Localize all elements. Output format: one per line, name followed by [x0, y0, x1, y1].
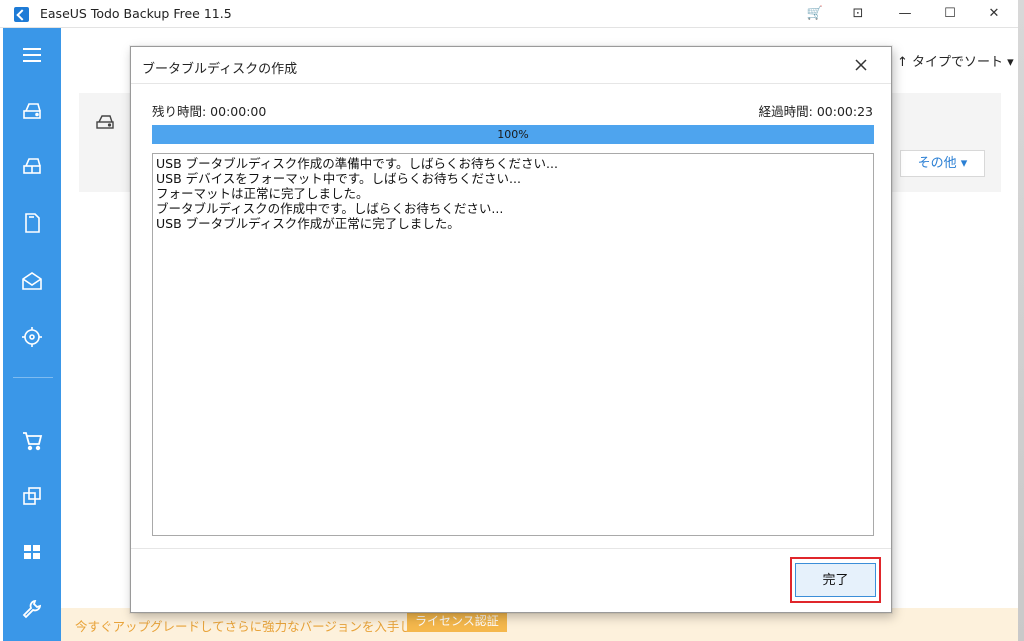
other-dropdown-button[interactable]: その他 ▾ [900, 150, 985, 177]
elapsed-time: 経過時間: 00:00:23 [758, 104, 873, 119]
remaining-time: 残り時間: 00:00:00 [152, 104, 267, 119]
sort-by-type-button[interactable]: ↑ タイプでソート ▾ [897, 51, 1014, 70]
cart-icon[interactable]: 🛒 [803, 4, 827, 24]
tools-icon[interactable] [19, 596, 45, 622]
log-line: USB ブータブルディスク作成が正常に完了しました。 [156, 216, 460, 231]
partition-backup-icon[interactable] [19, 153, 45, 179]
done-button[interactable]: 完了 [795, 563, 876, 597]
dialog-footer-divider [131, 548, 891, 549]
log-line: フォーマットは正常に完了しました。 [156, 186, 369, 201]
license-activation-button[interactable]: ライセンス認証 [407, 611, 507, 632]
minimize-button[interactable]: — [893, 4, 917, 24]
progress-bar: 100% [152, 125, 874, 144]
progress-label: 100% [497, 128, 529, 141]
log-line: ブータブルディスクの作成中です。しばらくお待ちください... [156, 201, 504, 216]
disk-icon [95, 112, 115, 132]
sidebar-separator [13, 377, 53, 378]
mail-backup-icon[interactable] [19, 268, 45, 294]
dialog-header: ブータブルディスクの作成 [131, 47, 891, 84]
maximize-button[interactable]: ☐ [938, 4, 962, 24]
dialog-title: ブータブルディスクの作成 [142, 62, 298, 77]
window-menu-button[interactable]: ⊡ [846, 4, 870, 24]
app-logo-icon [14, 7, 29, 22]
windows-icon[interactable] [19, 539, 45, 565]
sidebar [3, 28, 61, 641]
log-output[interactable]: USB ブータブルディスク作成の準備中です。しばらくお待ちください... USB… [152, 153, 874, 536]
close-window-button[interactable]: ✕ [982, 4, 1006, 24]
disk-backup-icon[interactable] [19, 98, 45, 124]
menu-icon[interactable] [19, 42, 45, 68]
bootable-disk-dialog: ブータブルディスクの作成 残り時間: 00:00:00 経過時間: 00:00:… [130, 46, 892, 613]
window-title: EaseUS Todo Backup Free 11.5 [40, 6, 232, 21]
cart-icon[interactable] [19, 427, 45, 453]
log-line: USB ブータブルディスク作成の準備中です。しばらくお待ちください... [156, 156, 558, 171]
background-window-edge [1018, 0, 1024, 641]
file-backup-icon[interactable] [19, 210, 45, 236]
clone-icon[interactable] [19, 483, 45, 509]
smart-backup-icon[interactable] [19, 324, 45, 350]
log-line: USB デバイスをフォーマット中です。しばらくお待ちください... [156, 171, 521, 186]
title-bar: EaseUS Todo Backup Free 11.5 🛒 ⊡ — ☐ ✕ [0, 0, 1018, 28]
close-icon[interactable] [851, 55, 871, 75]
